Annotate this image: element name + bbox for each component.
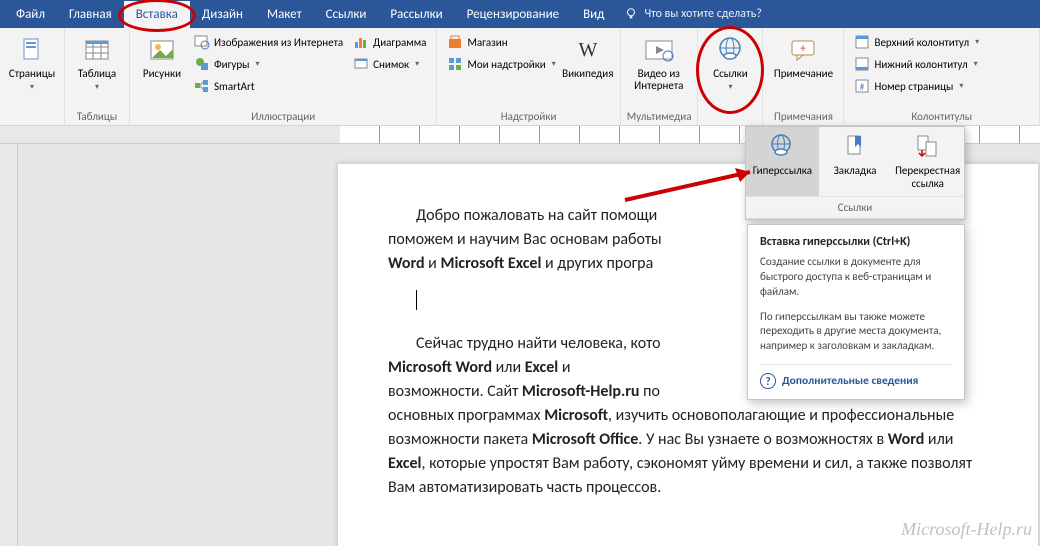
links-dropdown: Гиперссылка Закладка Перекрестная ссылка… bbox=[745, 126, 965, 220]
text-cursor bbox=[416, 290, 417, 310]
ribbon-tabs: Файл Главная Вставка Дизайн Макет Ссылки… bbox=[0, 0, 1040, 28]
footer-icon bbox=[854, 56, 870, 72]
ribbon-body: Страницы▾ Таблица▾ Таблицы Рисунки Изобр… bbox=[0, 28, 1040, 126]
header-icon bbox=[854, 34, 870, 50]
wikipedia-icon: W bbox=[572, 34, 604, 66]
hyperlink-icon bbox=[768, 133, 796, 161]
group-tables: Таблица▾ Таблицы bbox=[65, 28, 130, 125]
group-links: Ссылки▾ bbox=[698, 28, 763, 125]
tab-view[interactable]: Вид bbox=[571, 1, 616, 28]
my-addins-button[interactable]: Мои надстройки▾ bbox=[443, 54, 559, 74]
vertical-ruler[interactable] bbox=[0, 144, 18, 546]
tab-file[interactable]: Файл bbox=[4, 1, 57, 28]
comment-button[interactable]: + Примечание bbox=[769, 32, 837, 108]
tab-layout[interactable]: Макет bbox=[255, 1, 314, 28]
chart-icon bbox=[353, 34, 369, 50]
table-button[interactable]: Таблица▾ bbox=[71, 32, 123, 108]
online-pictures-icon bbox=[194, 34, 210, 50]
store-icon bbox=[447, 34, 463, 50]
pictures-button[interactable]: Рисунки bbox=[136, 32, 188, 108]
svg-text:W: W bbox=[578, 40, 597, 60]
wikipedia-button[interactable]: W Википедия bbox=[562, 32, 614, 108]
screenshot-icon bbox=[353, 56, 369, 72]
header-button[interactable]: Верхний колонтитул▾ bbox=[850, 32, 983, 52]
crossref-icon bbox=[914, 133, 942, 161]
store-button[interactable]: Магазин bbox=[443, 32, 559, 52]
tab-home[interactable]: Главная bbox=[57, 1, 124, 28]
online-pictures-button[interactable]: Изображения из Интернета bbox=[190, 32, 347, 52]
svg-text:+: + bbox=[800, 42, 806, 56]
page-number-icon: # bbox=[854, 78, 870, 94]
tab-insert[interactable]: Вставка bbox=[124, 1, 190, 28]
video-icon bbox=[643, 34, 675, 66]
chart-button[interactable]: Диаграмма bbox=[349, 32, 430, 52]
smartart-icon bbox=[194, 78, 210, 94]
group-illustrations: Рисунки Изображения из Интернета Фигуры▾… bbox=[130, 28, 437, 125]
more-info-link[interactable]: ? Дополнительные сведения bbox=[760, 364, 952, 389]
link-icon bbox=[714, 34, 746, 66]
group-media: Видео из Интернета Мультимедиа bbox=[621, 28, 699, 125]
svg-text:#: # bbox=[860, 82, 865, 93]
screenshot-button[interactable]: Снимок▾ bbox=[349, 54, 430, 74]
group-headerfooter: Верхний колонтитул▾ Нижний колонтитул▾ #… bbox=[844, 28, 1040, 125]
tab-mailings[interactable]: Рассылки bbox=[378, 1, 454, 28]
table-icon bbox=[81, 34, 113, 66]
tab-review[interactable]: Рецензирование bbox=[455, 1, 571, 28]
links-button[interactable]: Ссылки▾ bbox=[704, 32, 756, 108]
group-comments: + Примечание Примечания bbox=[763, 28, 844, 125]
comment-icon: + bbox=[787, 34, 819, 66]
tab-design[interactable]: Дизайн bbox=[190, 1, 255, 28]
group-addins: Магазин Мои надстройки▾ W Википедия Надс… bbox=[437, 28, 620, 125]
footer-button[interactable]: Нижний колонтитул▾ bbox=[850, 54, 983, 74]
bookmark-icon bbox=[841, 133, 869, 161]
online-video-button[interactable]: Видео из Интернета bbox=[627, 32, 691, 108]
page-number-button[interactable]: # Номер страницы▾ bbox=[850, 76, 983, 96]
pages-icon bbox=[16, 34, 48, 66]
smartart-button[interactable]: SmartArt bbox=[190, 76, 347, 96]
addins-icon bbox=[447, 56, 463, 72]
hyperlink-tooltip: Вставка гиперссылки (Ctrl+K) Создание сс… bbox=[747, 224, 965, 400]
hyperlink-button[interactable]: Гиперссылка bbox=[746, 127, 819, 196]
group-pages: Страницы▾ bbox=[0, 28, 65, 125]
bookmark-button[interactable]: Закладка bbox=[819, 127, 892, 196]
shapes-button[interactable]: Фигуры▾ bbox=[190, 54, 347, 74]
pictures-icon bbox=[146, 34, 178, 66]
crossref-button[interactable]: Перекрестная ссылка bbox=[891, 127, 964, 196]
lightbulb-icon bbox=[624, 7, 638, 21]
help-icon: ? bbox=[760, 373, 776, 389]
tell-me-search[interactable]: Что вы хотите сделать? bbox=[624, 7, 761, 21]
shapes-icon bbox=[194, 56, 210, 72]
pages-button[interactable]: Страницы▾ bbox=[6, 32, 58, 108]
tab-references[interactable]: Ссылки bbox=[314, 1, 379, 28]
